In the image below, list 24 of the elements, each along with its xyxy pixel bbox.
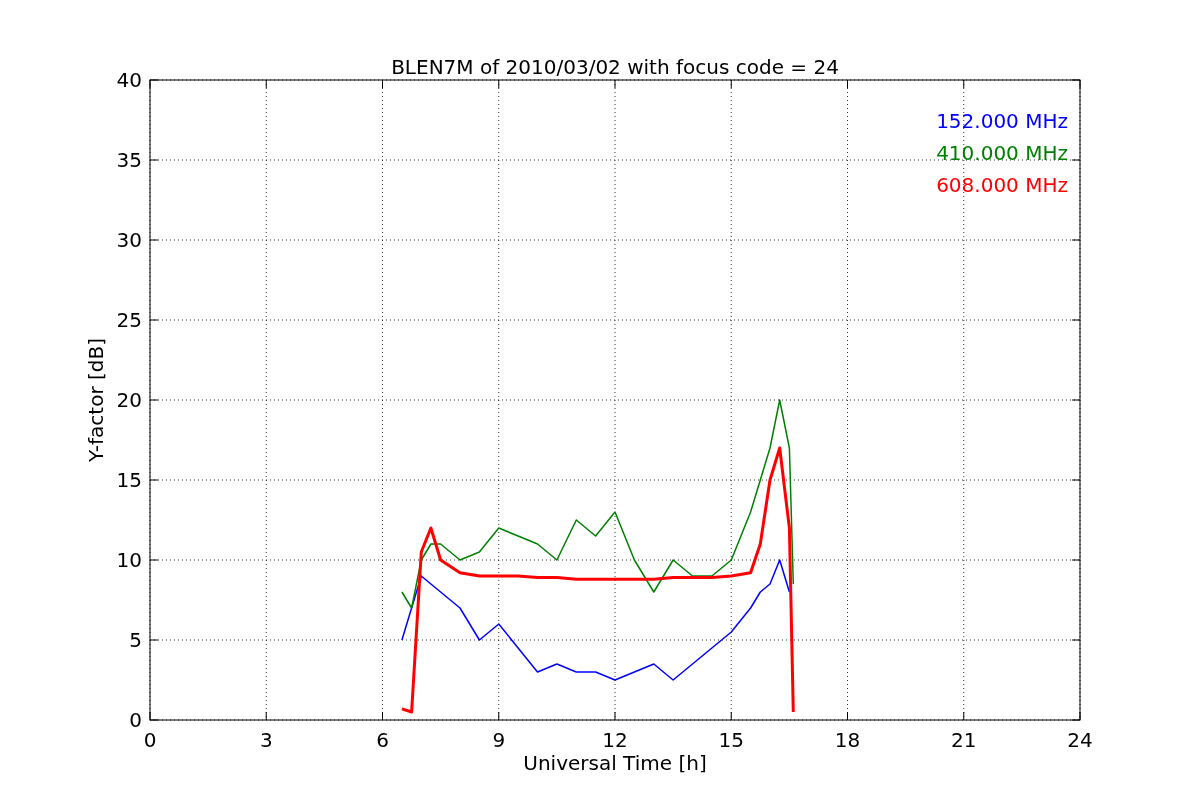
y-axis-label: Y-factor [dB] (84, 338, 108, 462)
x-tick-label: 0 (143, 728, 157, 752)
y-tick-label: 40 (116, 68, 142, 92)
y-tick-label: 30 (116, 228, 142, 252)
y-tick-label: 5 (129, 628, 142, 652)
x-tick-label: 6 (376, 728, 389, 752)
x-tick-label: 9 (492, 728, 506, 752)
x-axis-label: Universal Time [h] (523, 751, 707, 775)
chart-title: BLEN7M of 2010/03/02 with focus code = 24 (391, 55, 839, 79)
x-tick-label: 15 (718, 728, 744, 752)
y-tick-label: 15 (116, 468, 142, 492)
legend-label: 152.000 MHz (936, 109, 1068, 133)
x-tick-label: 3 (259, 728, 273, 752)
x-tick-label: 12 (602, 728, 628, 752)
y-tick-label: 0 (129, 708, 142, 732)
y-tick-label: 10 (116, 548, 142, 572)
x-tick-label: 24 (1067, 728, 1093, 752)
y-tick-label: 25 (116, 308, 142, 332)
legend-label: 410.000 MHz (936, 141, 1068, 165)
y-tick-label: 35 (116, 148, 142, 172)
y-tick-label: 20 (116, 388, 142, 412)
x-tick-label: 18 (834, 728, 861, 752)
legend-label: 608.000 MHz (936, 173, 1068, 197)
x-tick-label: 21 (951, 728, 977, 752)
